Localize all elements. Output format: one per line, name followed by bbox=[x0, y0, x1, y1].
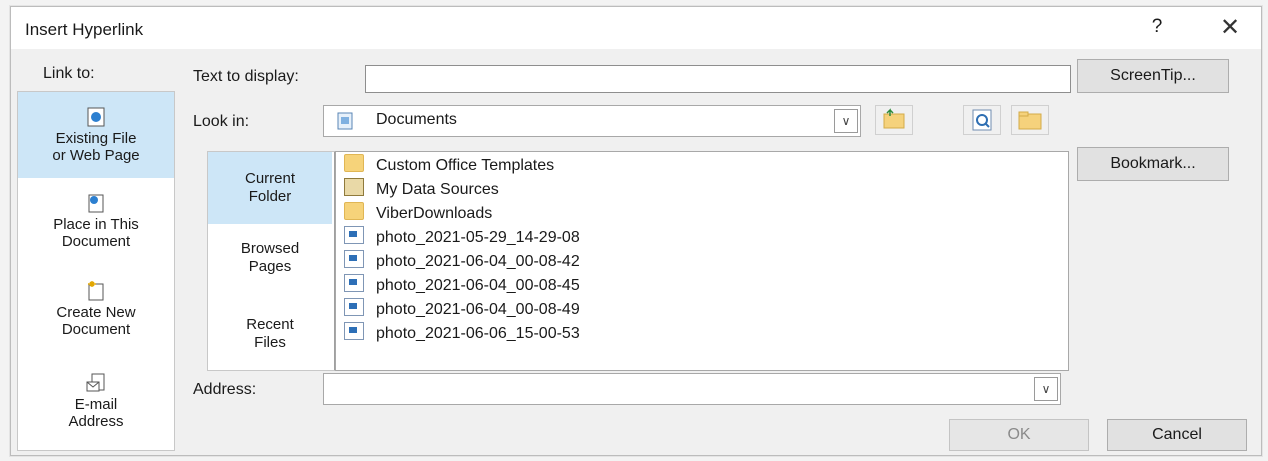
file-name: photo_2021-06-04_00-08-42 bbox=[376, 253, 580, 270]
folder-icon bbox=[344, 154, 364, 172]
new-document-icon bbox=[88, 281, 104, 301]
file-name: ViberDownloads bbox=[376, 205, 493, 222]
look-in-combo[interactable]: Documents ∨ bbox=[323, 105, 861, 137]
link-to-panel: Existing File or Web Page Place in This … bbox=[17, 91, 175, 451]
screentip-button[interactable]: ScreenTip... bbox=[1077, 59, 1229, 93]
list-item[interactable]: Custom Office Templates bbox=[344, 154, 554, 178]
ok-button[interactable]: OK bbox=[949, 419, 1089, 451]
scope-label-line2: Files bbox=[254, 334, 286, 351]
up-folder-button[interactable] bbox=[875, 105, 913, 135]
link-to-label-line1: Existing File bbox=[55, 130, 137, 147]
link-to-label-line2: Document bbox=[61, 321, 131, 338]
address-input[interactable] bbox=[328, 378, 1022, 400]
link-to-existing-file[interactable]: Existing File or Web Page bbox=[18, 92, 174, 178]
browse-web-button[interactable] bbox=[963, 105, 1001, 135]
scope-label-line1: Recent bbox=[246, 316, 294, 333]
link-to-create-new-document[interactable]: Create New Document bbox=[18, 280, 174, 360]
scope-label-line2: Folder bbox=[248, 188, 292, 205]
cancel-button[interactable]: Cancel bbox=[1107, 419, 1247, 451]
browse-file-icon bbox=[1018, 111, 1042, 130]
file-name: photo_2021-05-29_14-29-08 bbox=[376, 229, 580, 246]
scope-panel: Current Folder Browsed Pages Recent File… bbox=[207, 151, 336, 371]
browse-file-button[interactable] bbox=[1011, 105, 1049, 135]
file-name: Custom Office Templates bbox=[376, 157, 555, 174]
link-to-place-in-document[interactable]: Place in This Document bbox=[18, 192, 174, 272]
image-file-icon bbox=[344, 274, 364, 292]
browse-web-icon bbox=[972, 109, 992, 131]
image-file-icon bbox=[344, 298, 364, 316]
up-folder-icon bbox=[883, 108, 905, 129]
scope-label-line1: Browsed bbox=[240, 240, 300, 257]
scope-recent-files[interactable]: Recent Files bbox=[208, 316, 332, 360]
link-to-label: Link to: bbox=[43, 65, 95, 82]
scope-current-folder[interactable]: Current Folder bbox=[208, 152, 332, 224]
place-in-document-icon bbox=[88, 194, 104, 213]
file-name: photo_2021-06-04_00-08-49 bbox=[376, 301, 580, 318]
link-to-label-line1: Create New bbox=[56, 304, 136, 321]
text-to-display-label: Text to display: bbox=[193, 68, 299, 85]
folder-icon bbox=[344, 202, 364, 220]
image-file-icon bbox=[344, 226, 364, 244]
look-in-label: Look in: bbox=[193, 113, 250, 130]
link-to-label-line2: or Web Page bbox=[52, 147, 140, 164]
scope-browsed-pages[interactable]: Browsed Pages bbox=[208, 240, 332, 284]
list-item[interactable]: My Data Sources bbox=[344, 178, 499, 202]
image-file-icon bbox=[344, 322, 364, 340]
image-file-icon bbox=[344, 250, 364, 268]
link-to-email-address[interactable]: E-mail Address bbox=[18, 372, 174, 448]
bookmark-button[interactable]: Bookmark... bbox=[1077, 147, 1229, 181]
help-button[interactable]: ? bbox=[1145, 16, 1169, 38]
web-page-icon bbox=[87, 107, 105, 127]
scope-label-line2: Pages bbox=[248, 258, 292, 275]
link-to-label-line2: Address bbox=[68, 413, 124, 430]
chevron-down-icon[interactable]: ∨ bbox=[834, 109, 858, 133]
data-source-icon bbox=[344, 178, 364, 196]
title-bar: Insert Hyperlink ? ✕ bbox=[11, 7, 1261, 49]
dialog-title: Insert Hyperlink bbox=[25, 20, 144, 39]
list-item[interactable]: photo_2021-06-04_00-08-42 bbox=[344, 250, 580, 274]
list-item[interactable]: photo_2021-06-04_00-08-49 bbox=[344, 298, 580, 322]
scope-label-line1: Current bbox=[244, 170, 296, 187]
chevron-down-icon[interactable]: ∨ bbox=[1034, 377, 1058, 401]
address-label: Address: bbox=[193, 381, 257, 398]
list-item[interactable]: photo_2021-06-06_15-00-53 bbox=[344, 322, 580, 346]
close-button[interactable]: ✕ bbox=[1215, 13, 1245, 42]
file-list[interactable]: Custom Office Templates My Data Sources … bbox=[335, 151, 1069, 371]
file-name: My Data Sources bbox=[376, 181, 499, 198]
list-item[interactable]: ViberDownloads bbox=[344, 202, 492, 226]
file-name: photo_2021-06-06_15-00-53 bbox=[376, 325, 580, 342]
link-to-label-line1: Place in This bbox=[53, 216, 139, 233]
documents-folder-icon bbox=[337, 112, 353, 130]
file-name: photo_2021-06-04_00-08-45 bbox=[376, 277, 580, 294]
text-to-display-input[interactable] bbox=[365, 65, 1071, 93]
email-icon bbox=[86, 373, 105, 392]
address-combo[interactable]: ∨ bbox=[323, 373, 1061, 405]
link-to-label-line1: E-mail bbox=[74, 396, 118, 413]
link-to-label-line2: Document bbox=[61, 233, 131, 250]
list-item[interactable]: photo_2021-05-29_14-29-08 bbox=[344, 226, 580, 250]
list-item[interactable]: photo_2021-06-04_00-08-45 bbox=[344, 274, 580, 298]
insert-hyperlink-dialog: Insert Hyperlink ? ✕ Link to: Existing F… bbox=[10, 6, 1262, 456]
look-in-value: Documents bbox=[376, 111, 457, 128]
